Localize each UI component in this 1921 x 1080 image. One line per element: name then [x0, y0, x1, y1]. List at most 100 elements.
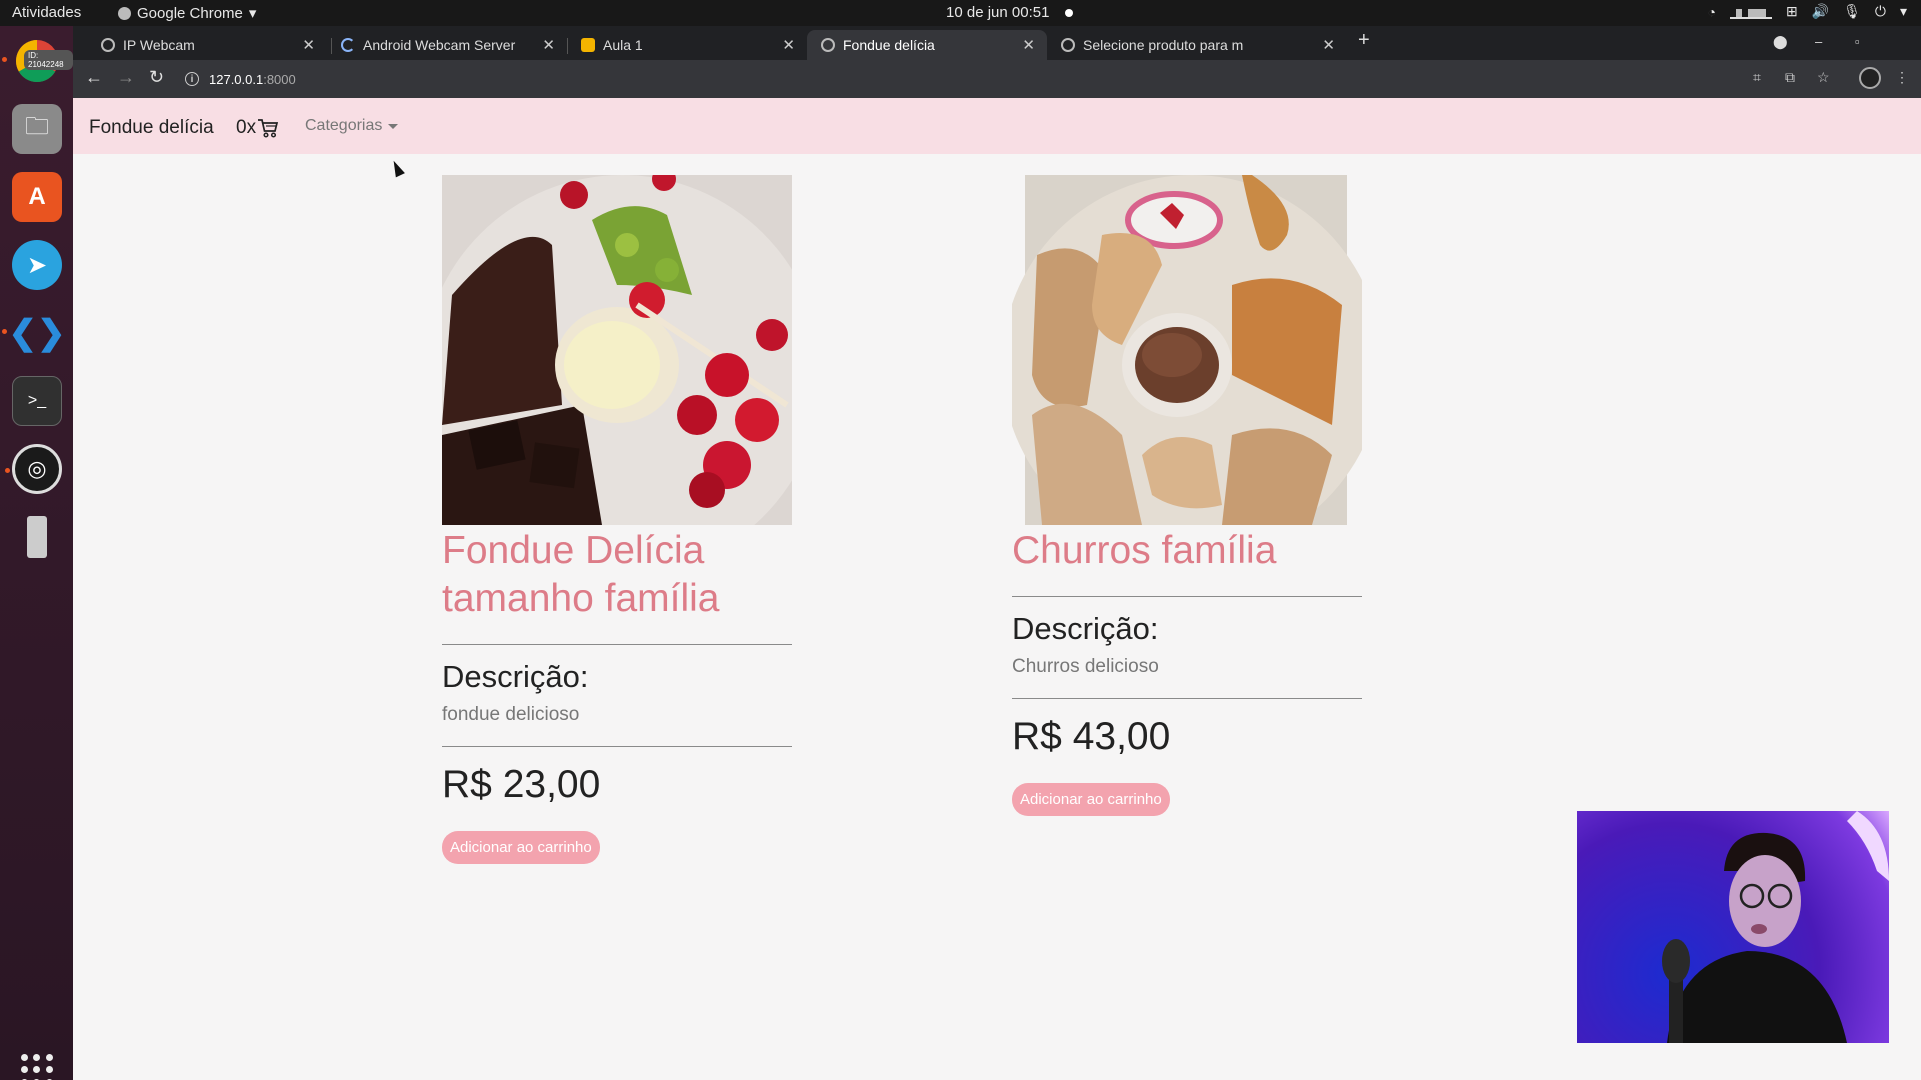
- profile-avatar[interactable]: [1859, 67, 1881, 89]
- translate-icon[interactable]: ⧉: [1785, 69, 1795, 86]
- app-menu-label: Google Chrome: [137, 4, 243, 22]
- medal-icon: [581, 38, 595, 52]
- menu-icon[interactable]: ⋮: [1895, 69, 1909, 86]
- product-description: Churros delicioso: [1012, 656, 1159, 677]
- add-to-cart-button[interactable]: Adicionar ao carrinho: [1012, 783, 1170, 816]
- cart-count: 0x: [236, 117, 257, 138]
- reload-button[interactable]: ↻: [149, 67, 164, 88]
- dock-badge: ID: 21042248: [24, 50, 73, 70]
- dock-software[interactable]: A: [12, 172, 62, 222]
- tab-android-webcam-server[interactable]: Android Webcam Server ✕: [327, 30, 567, 60]
- cart-link[interactable]: 0x: [236, 117, 279, 139]
- clock[interactable]: 10 de jun 00:51: [946, 4, 1074, 21]
- power-icon[interactable]: ⏻: [1875, 3, 1886, 20]
- categories-dropdown[interactable]: Categorias: [305, 117, 399, 135]
- product-image[interactable]: [1012, 175, 1362, 525]
- close-icon[interactable]: ✕: [302, 36, 315, 54]
- system-tray[interactable]: ◔ ⊞ 🔊 🎙 ⏻ ▾: [1707, 3, 1907, 20]
- minimize-button[interactable]: –: [1815, 34, 1822, 49]
- recording-indicator-icon: [1065, 8, 1074, 17]
- dock-obs[interactable]: ◎: [5, 444, 62, 494]
- system-monitor-graph[interactable]: [1729, 5, 1772, 19]
- forward-button[interactable]: →: [117, 67, 135, 88]
- telegram-icon: ➤: [26, 251, 48, 279]
- app-menu[interactable]: Google Chrome ▾: [118, 4, 256, 22]
- qr-code-icon[interactable]: ⌗: [1753, 69, 1761, 86]
- browser-toolbar: ← → ↻ i 127.0.0.1:8000 ⌗ ⧉ ☆ ⋮: [73, 60, 1921, 98]
- fondue-photo: [442, 175, 792, 525]
- dock-vscode[interactable]: ❮❯: [2, 308, 66, 358]
- mouse-cursor-icon: [389, 158, 405, 178]
- product-description: fondue delicioso: [442, 704, 580, 725]
- tab-title: Android Webcam Server: [363, 37, 516, 53]
- site-navbar: Fondue delícia 0x Categorias: [73, 98, 1921, 154]
- product-card: Churros família Descrição: Churros delic…: [1012, 175, 1362, 816]
- activities-button[interactable]: Atividades: [12, 4, 81, 21]
- bookmark-star-icon[interactable]: ☆: [1817, 69, 1830, 86]
- description-label: Descrição:: [1012, 611, 1159, 646]
- product-price: R$ 23,00: [442, 763, 601, 806]
- description-label: Descrição:: [442, 659, 589, 694]
- categories-label: Categorias: [305, 117, 383, 134]
- usb-drive-icon: [27, 516, 47, 558]
- tab-aula-1[interactable]: Aula 1 ✕: [567, 30, 807, 60]
- chevron-down-icon: ▾: [248, 5, 257, 22]
- back-button[interactable]: ←: [85, 67, 103, 88]
- chrome-small-icon: [118, 6, 131, 20]
- show-applications-button[interactable]: [21, 1054, 53, 1080]
- site-brand[interactable]: Fondue delícia: [89, 117, 214, 139]
- dock-usb-drive[interactable]: [12, 512, 62, 562]
- record-icon[interactable]: ⬤: [1773, 34, 1788, 50]
- product-image[interactable]: [442, 175, 792, 525]
- webcam-person-image: [1662, 811, 1889, 1043]
- address-bar[interactable]: i 127.0.0.1:8000: [185, 64, 1825, 94]
- tab-strip: IP Webcam ✕ Android Webcam Server ✕ Aula…: [73, 26, 1921, 60]
- tab-ip-webcam[interactable]: IP Webcam ✕: [87, 30, 327, 60]
- network-icon[interactable]: ⊞: [1786, 3, 1798, 20]
- volume-icon[interactable]: 🔊: [1812, 3, 1829, 20]
- microphone-icon[interactable]: 🎙: [1843, 3, 1861, 20]
- webcam-overlay: [1577, 811, 1889, 1043]
- screencast-icon[interactable]: ◔: [1707, 4, 1715, 20]
- site-info-icon[interactable]: i: [185, 72, 199, 86]
- product-title[interactable]: Fondue Delícia tamanho família: [442, 527, 792, 623]
- loading-icon: [341, 38, 355, 52]
- clock-label: 10 de jun 00:51: [946, 4, 1050, 21]
- dock-telegram[interactable]: ➤: [12, 240, 62, 290]
- product-title[interactable]: Churros família: [1012, 527, 1362, 575]
- chevron-down-icon[interactable]: ▾: [1900, 3, 1907, 20]
- system-top-bar: Atividades Google Chrome ▾ 10 de jun 00:…: [0, 0, 1921, 26]
- divider: [442, 644, 792, 645]
- tab-title: Fondue delícia: [843, 37, 935, 53]
- divider: [1012, 698, 1362, 699]
- tab-title: Aula 1: [603, 37, 643, 53]
- add-to-cart-button[interactable]: Adicionar ao carrinho: [442, 831, 600, 864]
- dock-terminal[interactable]: >_: [12, 376, 62, 426]
- close-icon[interactable]: ✕: [782, 36, 795, 54]
- maximize-button[interactable]: ▫: [1855, 34, 1860, 49]
- cart-icon: [258, 119, 279, 138]
- close-icon[interactable]: ✕: [542, 36, 555, 54]
- close-icon[interactable]: ✕: [1022, 36, 1035, 54]
- dock: ID: 21042248 🗀 A ➤ ❮❯ >_ ◎: [0, 26, 73, 1080]
- obs-icon: ◎: [27, 456, 47, 481]
- url-text[interactable]: 127.0.0.1:8000: [209, 72, 296, 87]
- terminal-icon: >_: [27, 392, 47, 409]
- globe-icon: [101, 38, 115, 52]
- product-card: Fondue Delícia tamanho família Descrição…: [442, 175, 792, 864]
- divider: [442, 746, 792, 747]
- vscode-icon: ❮❯: [8, 314, 66, 352]
- dock-files[interactable]: 🗀: [12, 104, 62, 154]
- tab-title: Selecione produto para m: [1083, 37, 1244, 53]
- globe-icon: [1061, 38, 1075, 52]
- tab-fondue-delicia[interactable]: Fondue delícia ✕: [807, 30, 1047, 60]
- product-price: R$ 43,00: [1012, 715, 1171, 758]
- churros-photo: [1012, 175, 1362, 525]
- globe-icon: [821, 38, 835, 52]
- close-icon[interactable]: ✕: [1322, 36, 1335, 54]
- divider: [1012, 596, 1362, 597]
- new-tab-button[interactable]: +: [1358, 29, 1370, 52]
- folder-icon: 🗀: [25, 112, 49, 140]
- software-center-icon: A: [28, 183, 46, 210]
- tab-selecione-produto[interactable]: Selecione produto para m ✕: [1047, 30, 1347, 60]
